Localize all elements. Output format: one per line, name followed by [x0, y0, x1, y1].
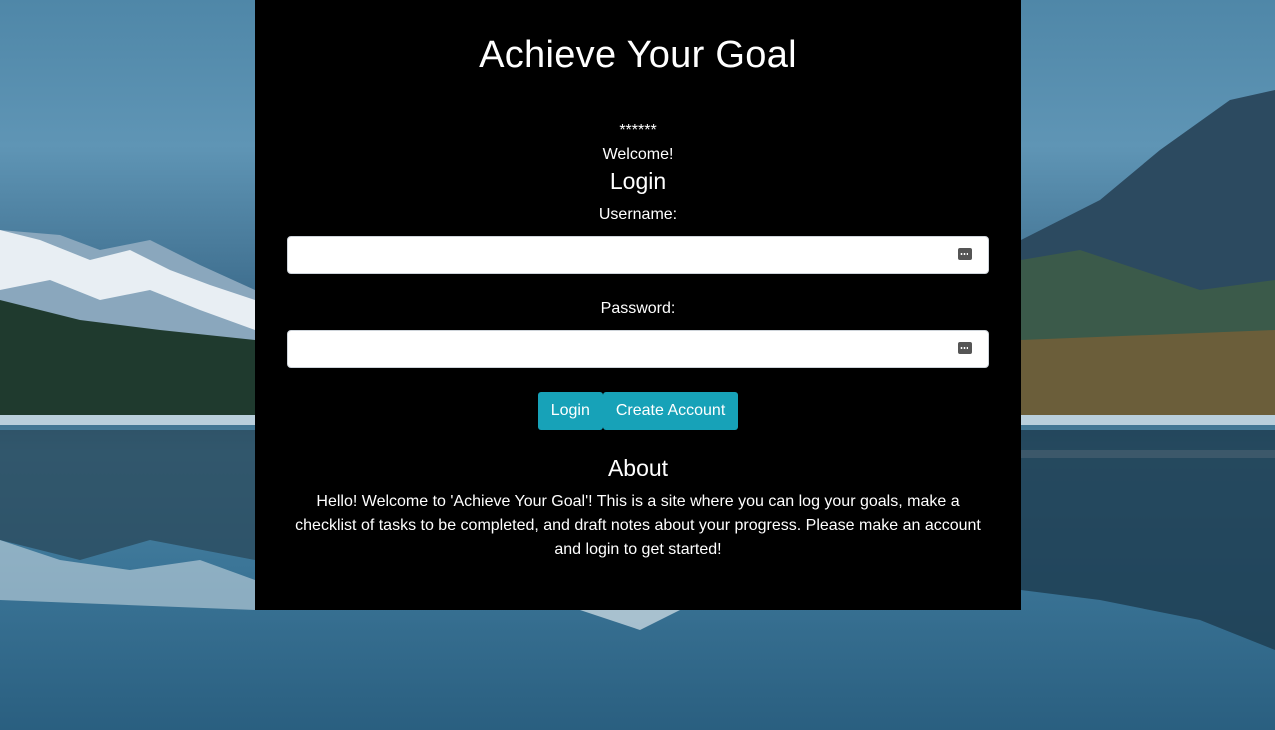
password-manager-icon[interactable] [958, 248, 972, 260]
username-field-container [287, 236, 989, 274]
login-panel: Achieve Your Goal ****** Welcome! Login … [255, 0, 1021, 610]
login-button[interactable]: Login [537, 392, 603, 430]
username-input[interactable] [288, 237, 988, 273]
password-manager-icon[interactable] [958, 342, 972, 354]
status-stars: ****** [619, 122, 657, 139]
password-field-container [287, 330, 989, 368]
login-actions: Login Create Account [255, 392, 1021, 430]
about-text: Hello! Welcome to 'Achieve Your Goal'! T… [295, 493, 981, 558]
login-heading: Login [609, 168, 667, 194]
password-label: Password: [600, 300, 676, 317]
about-heading: About [607, 455, 669, 481]
create-account-button[interactable]: Create Account [602, 392, 739, 430]
site-title: Achieve Your Goal [479, 34, 797, 76]
username-label: Username: [598, 206, 678, 223]
welcome-message: Welcome! [602, 146, 674, 163]
password-input[interactable] [288, 331, 988, 367]
